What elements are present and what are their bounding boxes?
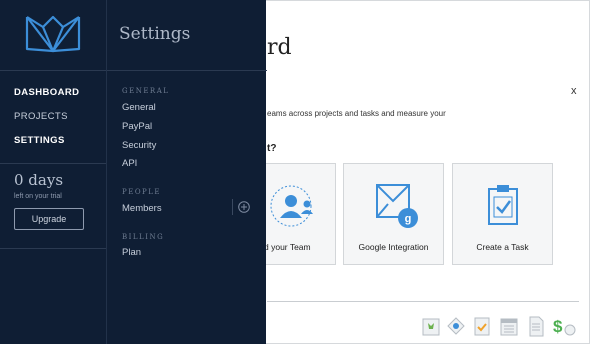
settings-title: Settings xyxy=(119,24,191,44)
section-heading-general: GENERAL xyxy=(122,87,170,95)
settings-divider xyxy=(107,70,267,71)
nav-divider xyxy=(0,163,106,164)
settings-item-members[interactable]: Members xyxy=(122,203,162,214)
calendar-icon xyxy=(500,318,518,336)
intro-text: eams across projects and tasks and measu… xyxy=(267,109,446,118)
settings-item-plan[interactable]: Plan xyxy=(122,247,141,258)
diamond-icon xyxy=(447,317,465,335)
question-heading: t? xyxy=(267,143,277,154)
divider xyxy=(267,301,579,302)
trial-note: left on your trial xyxy=(14,193,62,200)
nav-divider xyxy=(0,248,106,249)
logo-icon xyxy=(25,15,81,53)
google-integration-card[interactable]: g Google Integration xyxy=(343,163,444,265)
nav-item-settings[interactable]: SETTINGS xyxy=(14,135,65,146)
add-member-icon[interactable] xyxy=(238,201,250,213)
svg-text:g: g xyxy=(405,213,412,225)
bookmark-icon xyxy=(422,318,440,336)
settings-item-general[interactable]: General xyxy=(122,102,156,113)
settings-item-paypal[interactable]: PayPal xyxy=(122,121,152,132)
svg-text:$: $ xyxy=(553,317,563,336)
settings-item-api[interactable]: API xyxy=(122,158,137,169)
clipboard-check-icon xyxy=(488,185,518,225)
settings-item-security[interactable]: Security xyxy=(122,140,156,151)
card-label: d your Team xyxy=(264,242,311,252)
nav-divider xyxy=(0,70,106,71)
money-icon: $ xyxy=(553,317,576,336)
document-icon xyxy=(529,316,544,337)
section-heading-people: PEOPLE xyxy=(122,188,162,196)
trial-days: 0 days xyxy=(14,171,64,189)
google-integration-icon: g xyxy=(376,184,418,228)
upgrade-button[interactable]: Upgrade xyxy=(14,208,84,230)
nav-item-projects[interactable]: PROJECTS xyxy=(14,111,68,122)
team-icon xyxy=(270,185,313,227)
main-nav: DASHBOARD PROJECTS SETTINGS 0 days left … xyxy=(0,0,106,344)
checklist-icon xyxy=(474,317,490,336)
create-task-card[interactable]: Create a Task xyxy=(452,163,553,265)
add-divider xyxy=(232,199,233,215)
card-label: Create a Task xyxy=(476,242,529,252)
page-title: rd xyxy=(267,35,292,60)
nav-item-dashboard[interactable]: DASHBOARD xyxy=(14,87,79,98)
close-button[interactable]: x xyxy=(571,85,577,97)
settings-panel: Settings GENERAL General PayPal Security… xyxy=(106,0,267,344)
section-heading-billing: BILLING xyxy=(122,233,165,241)
card-label: Google Integration xyxy=(358,242,429,252)
